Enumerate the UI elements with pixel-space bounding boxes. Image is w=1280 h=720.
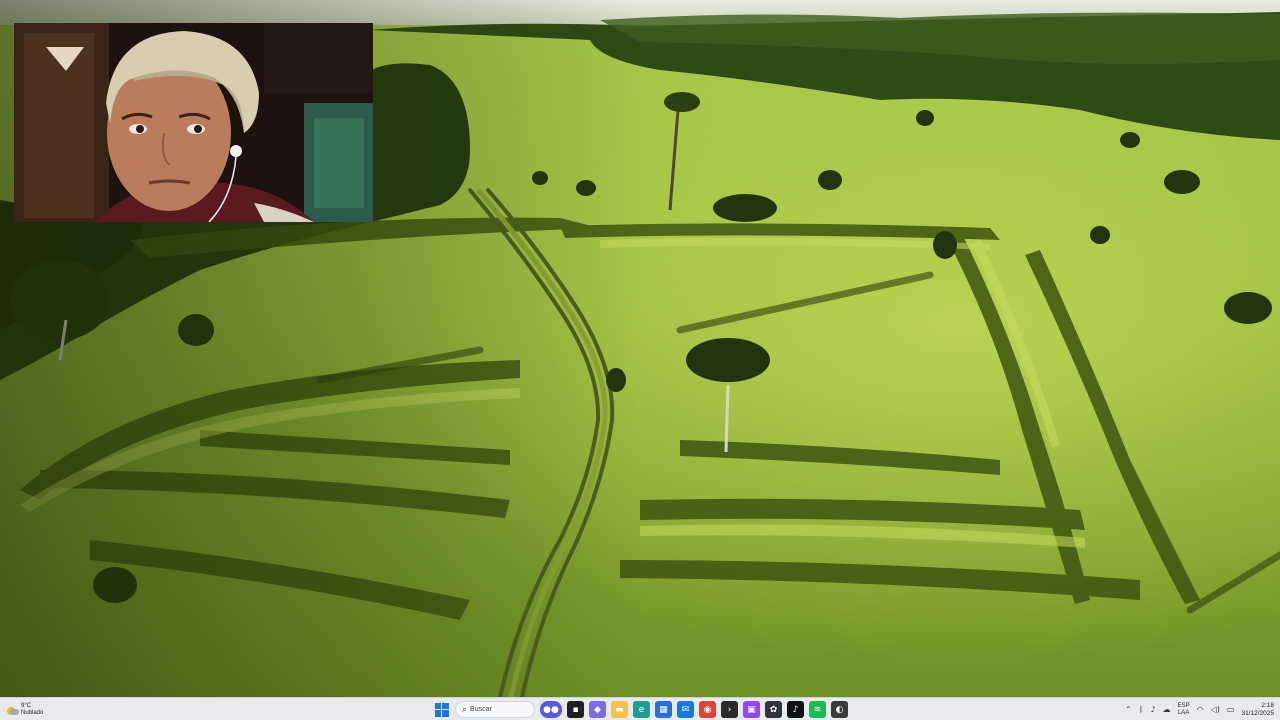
taskbar-search[interactable]: ⌕ Buscar	[455, 701, 535, 718]
task-view-icon[interactable]: ●●	[540, 701, 562, 718]
davinci-icon[interactable]: ✿	[765, 701, 782, 718]
windows-icon	[434, 702, 449, 717]
taskbar-center: ⌕ Buscar ●● ▪ ◆ ▬ e ▦ ✉ ◉ › ▣ ✿ ♪ ≋ ◐	[433, 699, 848, 720]
chrome-icon[interactable]: ◉	[699, 701, 716, 718]
language-code: ESP	[1177, 702, 1190, 709]
taskbar: 9°C Nublado ⌕ Buscar ●● ▪ ◆ ▬ e ▦ ✉ ◉ › ▣ ✿ ♪ ≋ ◐ ⌃…	[0, 697, 1280, 720]
wifi-icon[interactable]: ◠	[1197, 705, 1204, 714]
clock-date: 31/12/2025	[1241, 709, 1274, 717]
twitch-icon[interactable]: ▣	[743, 701, 760, 718]
clock[interactable]: 2:18 31/12/2025	[1241, 702, 1274, 718]
start-button[interactable]	[433, 701, 450, 718]
microphone-icon[interactable]: ♪	[1151, 705, 1156, 714]
store-icon[interactable]: ▦	[655, 701, 672, 718]
weather-widget[interactable]: 9°C Nublado	[6, 700, 43, 719]
webcam-feed	[14, 23, 373, 222]
webcam-overlay	[14, 23, 373, 222]
mail-icon[interactable]: ✉	[677, 701, 694, 718]
volume-icon[interactable]: ◁)	[1211, 705, 1220, 714]
spotify-icon[interactable]: ≋	[809, 701, 826, 718]
tiktok-icon[interactable]: ♪	[787, 701, 804, 718]
cloud-icon[interactable]: ☁	[1163, 705, 1171, 714]
file-explorer-icon[interactable]: ▬	[611, 701, 628, 718]
clock-time: 2:18	[1261, 701, 1274, 709]
widgets-icon[interactable]: ▪	[567, 701, 584, 718]
pinned-apps: ◆ ▬ e ▦ ✉ ◉ › ▣ ✿ ♪ ≋ ◐	[589, 701, 848, 718]
copilot-app-icon[interactable]: ◆	[589, 701, 606, 718]
battery-icon[interactable]: ▭	[1227, 705, 1235, 714]
bluetooth-icon[interactable]: ᛒ	[1139, 705, 1144, 714]
language-indicator[interactable]: ESP LAA	[1178, 703, 1190, 717]
terminal-icon[interactable]: ›	[721, 701, 738, 718]
obs-icon[interactable]: ◐	[831, 701, 848, 718]
weather-condition: Nublado	[21, 709, 44, 716]
chevron-up-icon[interactable]: ⌃	[1125, 705, 1132, 714]
system-tray: ⌃ ᛒ ♪ ☁ ESP LAA ◠ ◁) ▭ 2:18 31/12/2025	[1125, 699, 1274, 720]
search-placeholder: Buscar	[470, 706, 492, 713]
weather-temperature: 9°C	[21, 702, 32, 709]
cloudy-weather-icon	[6, 704, 19, 716]
edge-browser-icon[interactable]: e	[633, 701, 650, 718]
keyboard-layout: LAA	[1177, 709, 1190, 716]
search-icon: ⌕	[462, 704, 468, 715]
